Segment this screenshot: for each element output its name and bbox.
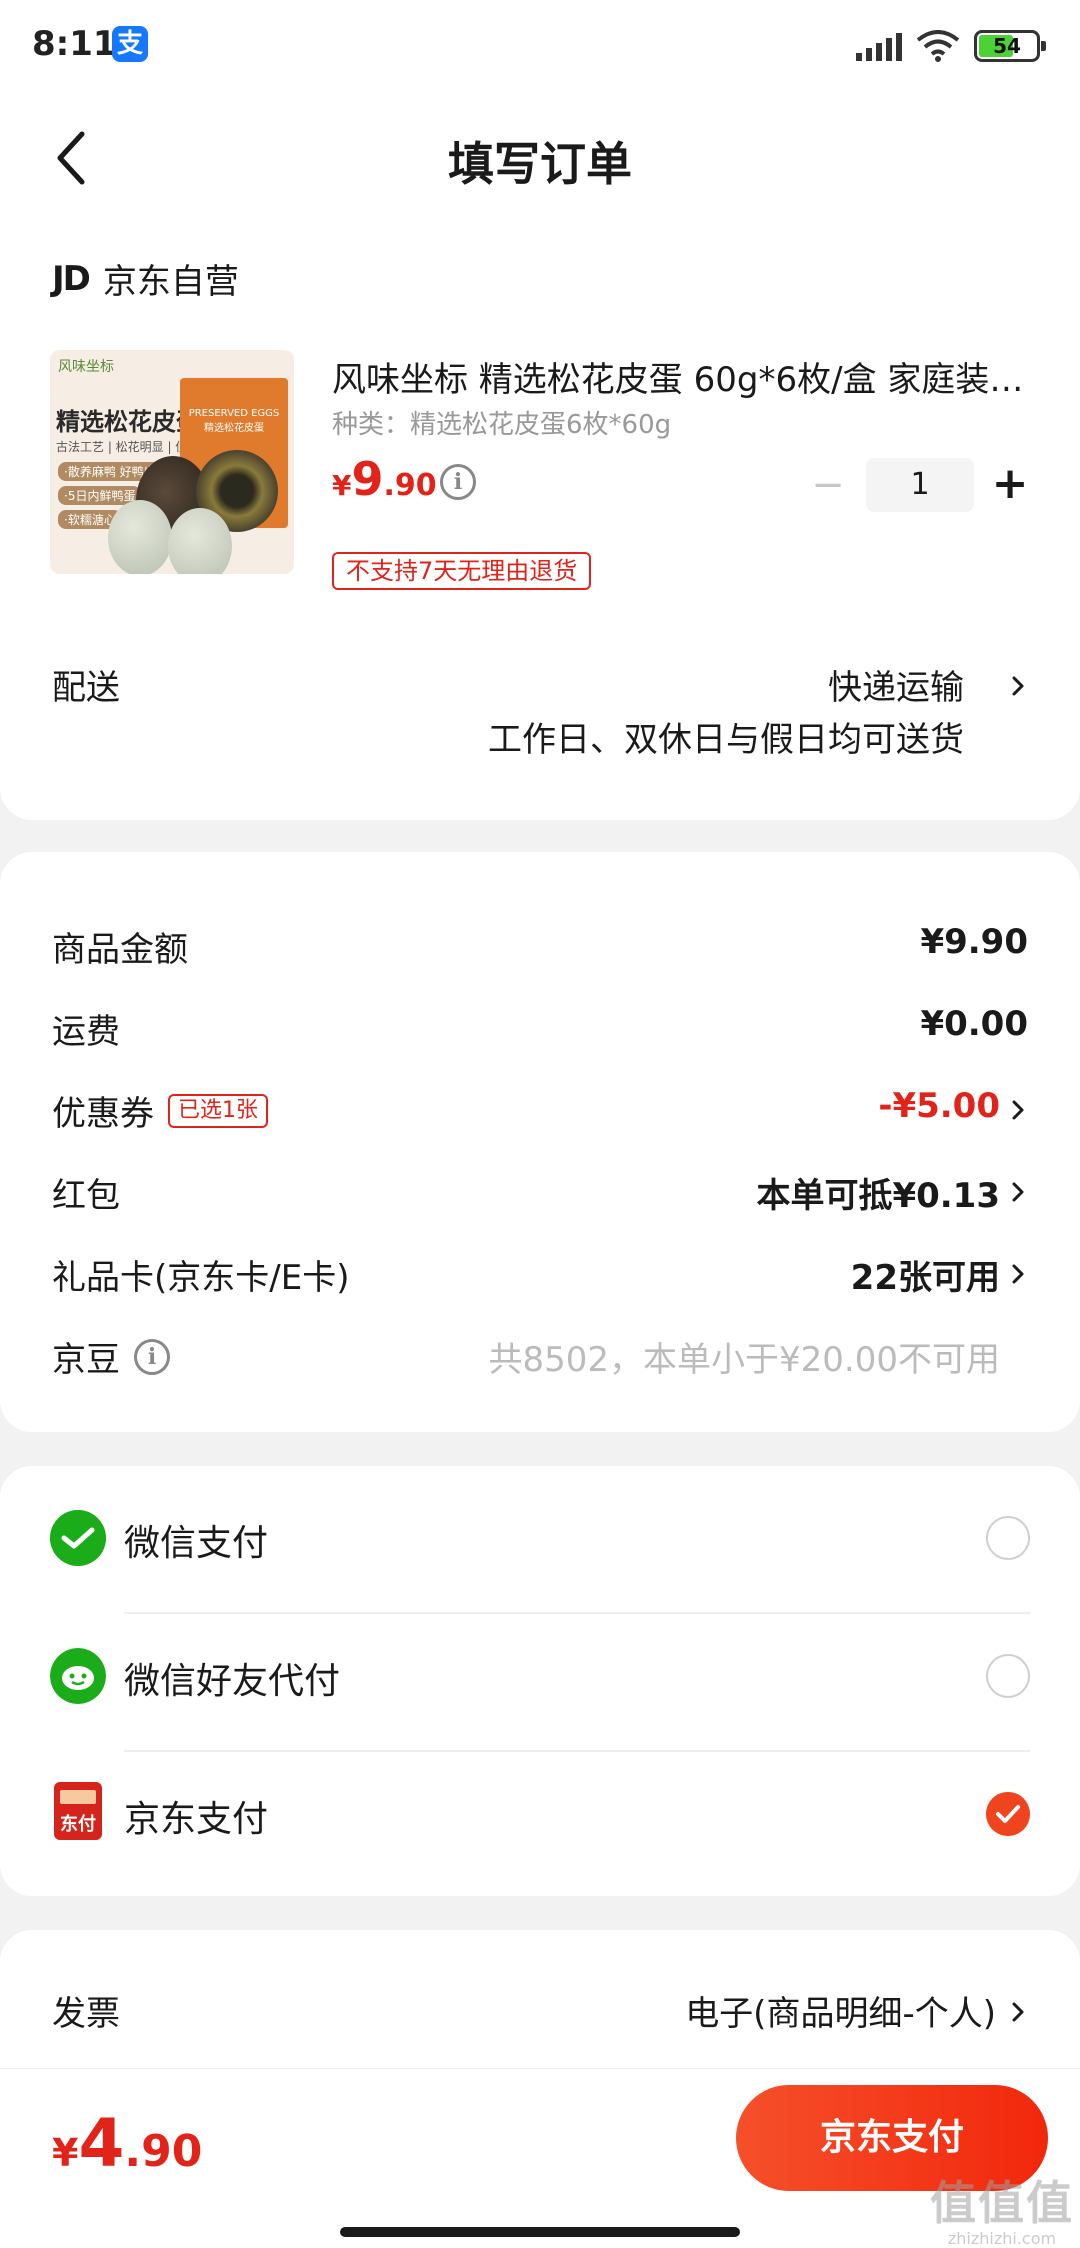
red-packet-row[interactable]: 红包 本单可抵¥0.13: [52, 1168, 1028, 1218]
chevron-right-icon[interactable]: [1008, 1178, 1028, 1206]
jd-pay-icon: 东付: [54, 1782, 102, 1840]
shop-name: 京东自营: [102, 262, 239, 302]
product-image-brand: 风味坐标: [58, 359, 114, 375]
order-item-card: JD 京东自营 风味坐标 精选松花皮蛋 古法工艺 | 松花明显 | 低温腌制 ·…: [0, 224, 1080, 820]
return-policy-badge: 不支持7天无理由退货: [332, 552, 592, 590]
price-symbol: ¥: [332, 469, 352, 502]
watermark-url: zhizhizhi.com: [947, 2229, 1057, 2248]
total-price-decimal: .90: [124, 2126, 203, 2177]
payment-option-label: 微信好友代付: [124, 1661, 341, 1702]
signal-icon: [856, 31, 902, 61]
goods-amount-value: ¥9.90: [920, 922, 1028, 962]
chevron-right-icon[interactable]: [1008, 1998, 1028, 2026]
chevron-right-icon[interactable]: [1008, 1260, 1028, 1288]
watermark: 值值值 zhizhizhi.com: [930, 2167, 1074, 2248]
product-spec[interactable]: 种类：精选松花皮蛋6枚*60g: [332, 404, 671, 441]
quantity-input[interactable]: 1: [866, 458, 974, 512]
coupon-selected-badge: 已选1张: [168, 1093, 268, 1128]
watermark-logo: 值值值: [930, 2176, 1074, 2230]
payment-radio-checked-icon[interactable]: [986, 1792, 1030, 1836]
shipping-value: ¥0.00: [920, 1004, 1028, 1044]
chevron-right-icon[interactable]: [1008, 1096, 1028, 1124]
shop-header[interactable]: JD 京东自营: [52, 254, 239, 303]
payment-option-wechat[interactable]: 微信支付: [0, 1466, 1080, 1604]
payment-radio[interactable]: [986, 1654, 1030, 1698]
wechat-pay-icon: [50, 1510, 106, 1566]
coupon-row[interactable]: 优惠券 已选1张 -¥5.00: [52, 1086, 1028, 1136]
coupon-label-group: 优惠券 已选1张: [52, 1086, 268, 1135]
payment-option-jd-pay[interactable]: 东付 京东支付: [0, 1742, 1080, 1880]
battery-level: 54: [993, 34, 1021, 58]
shipping-row: 运费 ¥0.00: [52, 1004, 1028, 1054]
price-integer: 9: [351, 452, 384, 506]
egg-box-label: PRESERVED EGGS 精选松花皮蛋: [188, 408, 280, 434]
delivery-label: 配送: [52, 668, 120, 708]
goods-amount-row: 商品金额 ¥9.90: [52, 922, 1028, 972]
red-packet-label: 红包: [52, 1176, 120, 1216]
battery-icon: 54: [974, 30, 1046, 62]
product-price: ¥ 9 .90: [332, 452, 437, 506]
payment-method-card: 微信支付 微信好友代付 东付 京东支付: [0, 1466, 1080, 1896]
goods-amount-label: 商品金额: [52, 930, 188, 970]
jingdou-row: 京豆 i 共8502，本单小于¥20.00不可用: [52, 1332, 1028, 1382]
checkout-bar: ¥ 4 .90 京东支付 值值值 zhizhizhi.com: [0, 2068, 1080, 2248]
gift-card-value[interactable]: 22张可用: [851, 1250, 1000, 1299]
fee-summary-card: 商品金额 ¥9.90 运费 ¥0.00 优惠券 已选1张 -¥5.00 红包 本…: [0, 852, 1080, 1432]
page-title: 填写订单: [448, 137, 632, 191]
total-price-integer: 4: [78, 2105, 125, 2182]
wifi-icon: [916, 30, 960, 62]
total-price: ¥ 4 .90: [52, 2105, 202, 2182]
invoice-value[interactable]: 电子(商品明细-个人): [685, 1986, 996, 2035]
gift-card-row[interactable]: 礼品卡(京东卡/E卡) 22张可用: [52, 1250, 1028, 1300]
jingdou-info-icon[interactable]: i: [134, 1338, 170, 1375]
egg-graphic: [168, 508, 232, 574]
product-name[interactable]: 风味坐标 精选松花皮蛋 60g*6枚/盒 家庭装 溏心皮蛋: [332, 352, 1032, 401]
price-decimal: .90: [383, 468, 437, 503]
payment-option-label: 京东支付: [124, 1799, 269, 1840]
alipay-icon: 支: [112, 26, 148, 62]
delivery-note: 工作日、双休日与假日均可送货: [488, 720, 964, 760]
chevron-right-icon[interactable]: [1008, 672, 1028, 700]
jd-pay-icon-text: 东付: [60, 1814, 96, 1835]
jingdou-label: 京豆: [52, 1340, 120, 1380]
egg-graphic: [108, 500, 172, 574]
product-image-title: 精选松花皮蛋: [56, 408, 200, 436]
quantity-plus-button[interactable]: +: [988, 456, 1032, 512]
shipping-label: 运费: [52, 1012, 120, 1052]
status-bar: 8:11 支 54: [0, 0, 1080, 92]
jd-logo: JD: [52, 258, 91, 299]
total-price-symbol: ¥: [52, 2131, 79, 2175]
coupon-value[interactable]: -¥5.00: [878, 1086, 1000, 1126]
red-packet-value[interactable]: 本单可抵¥0.13: [756, 1168, 1000, 1217]
gift-card-label: 礼品卡(京东卡/E卡): [52, 1258, 350, 1298]
payment-radio[interactable]: [986, 1516, 1030, 1560]
invoice-label: 发票: [52, 1994, 120, 2034]
home-indicator[interactable]: [340, 2227, 740, 2237]
status-time: 8:11: [32, 24, 117, 64]
status-indicators: 54: [856, 28, 1046, 64]
payment-option-label: 微信支付: [124, 1523, 269, 1564]
quantity-minus-button[interactable]: −: [808, 460, 848, 510]
jingdou-label-group: 京豆 i: [52, 1332, 170, 1381]
payment-option-wechat-friend[interactable]: 微信好友代付: [0, 1604, 1080, 1742]
wechat-friend-pay-icon: [50, 1648, 106, 1704]
jingdou-value: 共8502，本单小于¥20.00不可用: [488, 1340, 1001, 1380]
product-image[interactable]: 风味坐标 精选松花皮蛋 古法工艺 | 松花明显 | 低温腌制 ·散养麻鸭 好鸭出…: [50, 350, 294, 574]
price-info-icon[interactable]: i: [440, 464, 476, 500]
coupon-label: 优惠券: [52, 1094, 154, 1134]
delivery-method[interactable]: 快递运输: [828, 660, 964, 709]
nav-bar: 填写订单: [0, 92, 1080, 224]
